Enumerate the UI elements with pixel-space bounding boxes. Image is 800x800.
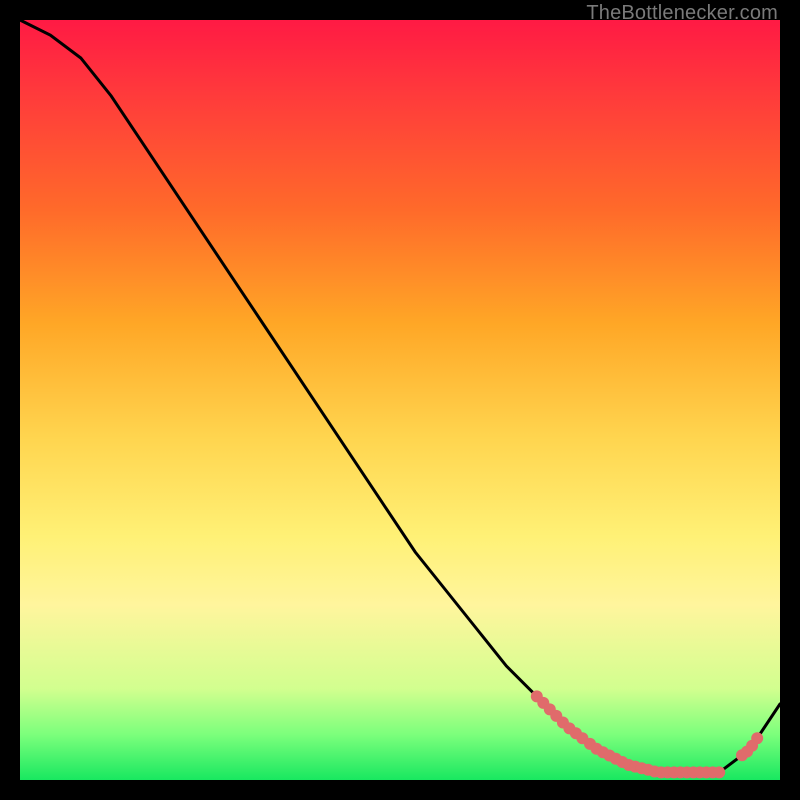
chart-frame: TheBottlenecker.com: [0, 0, 800, 800]
chart-svg: [20, 20, 780, 780]
curve-line: [20, 20, 780, 772]
highlight-dot: [751, 732, 763, 744]
plot-area: [20, 20, 780, 780]
attribution-text: TheBottlenecker.com: [586, 2, 778, 25]
highlight-dot: [713, 766, 725, 778]
